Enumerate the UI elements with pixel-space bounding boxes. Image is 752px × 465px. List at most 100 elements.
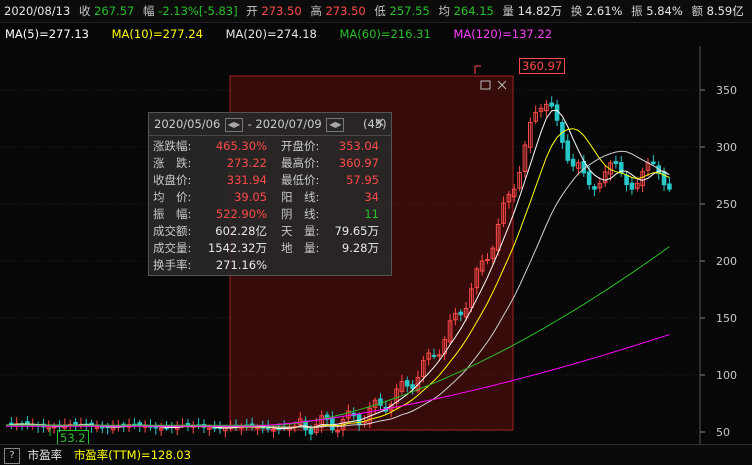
start-stepper-icon[interactable]: ◀▶: [224, 117, 243, 132]
stat-cell: 振 幅:: [153, 207, 192, 221]
help-icon[interactable]: ?: [4, 447, 20, 464]
stat-cell: 9.28万: [341, 241, 379, 255]
y-axis: 350 300 250 200 150 100 50: [699, 46, 737, 444]
y-tick-label: 250: [716, 198, 737, 211]
stat-row: 收盘价: 331.94 最低价: 57.95: [153, 172, 379, 189]
stat-cell: 34: [364, 190, 379, 204]
stat-cell: 360.97: [338, 156, 379, 170]
candle-body: [549, 102, 555, 107]
moving-average-legend: MA(5)=277.13 MA(10)=277.24 MA(20)=274.18…: [0, 23, 752, 45]
stat-row: 均 价: 39.05 阳 线: 34: [153, 189, 379, 206]
candle-body: [554, 104, 560, 121]
candle-body: [667, 183, 672, 190]
ma120-label: MA(120)=137.22: [453, 27, 553, 41]
stat-cell: 11: [364, 207, 379, 221]
close-value: 267.57: [94, 4, 135, 18]
range-start: 2020/05/06: [154, 117, 221, 131]
end-stepper-icon[interactable]: ◀▶: [326, 117, 345, 132]
range-header: 2020/05/06 ◀▶ - 2020/07/09 ◀▶ (45) ✕: [149, 113, 391, 136]
candle-body: [565, 140, 571, 161]
candle-body: [458, 311, 464, 316]
candle-body: [586, 171, 592, 185]
stat-cell: 阴 线:: [281, 207, 320, 221]
candle-body: [73, 421, 78, 425]
ma5-label: MA(5)=277.13: [5, 27, 89, 41]
candle-body: [651, 161, 656, 165]
candle-body: [592, 186, 597, 190]
amplitude-value: 5.84%: [646, 4, 683, 18]
stat-cell: 353.04: [338, 139, 379, 153]
candle-body: [404, 380, 410, 387]
stat-cell: 1542.32万: [207, 241, 267, 255]
candle-body: [431, 354, 437, 357]
stat-cell: 331.94: [226, 173, 267, 187]
candle-body: [9, 422, 14, 425]
stat-cell: 39.05: [234, 190, 267, 204]
stat-cell: 开盘价:: [281, 139, 320, 153]
stat-cell: 均 价:: [153, 190, 192, 204]
stat-cell: [327, 257, 379, 274]
candle-body: [100, 426, 105, 429]
stat-row: 涨跌幅: 465.30% 开盘价: 353.04: [153, 138, 379, 155]
stat-cell: 涨 跌:: [153, 156, 192, 170]
stat-row: 振 幅: 522.90% 阴 线: 11: [153, 206, 379, 223]
candle-body: [437, 354, 442, 357]
quote-info-bar: 2020/08/13 收 267.57 幅 -2.13%[-5.83] 开 27…: [0, 0, 752, 23]
stat-cell: 换手率:: [153, 258, 192, 272]
y-tick-label: 100: [716, 369, 737, 382]
change-value: -2.13%[-5.83]: [158, 4, 238, 18]
low-value: 257.55: [389, 4, 430, 18]
stat-cell: 271.16%: [215, 258, 267, 272]
y-tick-label: 150: [716, 312, 737, 325]
range-end: 2020/07/09: [255, 117, 322, 131]
stat-cell: 最低价:: [281, 173, 320, 187]
candle-body: [485, 258, 490, 261]
stat-row: 成交额: 602.28亿天 量: 79.65万: [153, 223, 379, 240]
range-sep: -: [247, 117, 252, 131]
stat-cell: 涨跌幅:: [153, 139, 192, 153]
stat-cell: 天 量:: [281, 224, 320, 238]
stat-cell: 57.95: [346, 173, 379, 187]
stat-cell: 成交量:: [153, 241, 192, 255]
quote-date: 2020/08/13: [4, 4, 71, 18]
ma60-label: MA(60)=216.31: [339, 27, 431, 41]
indicator-footer: ? 市盈率 市盈率(TTM)=128.03: [0, 444, 752, 465]
ma10-label: MA(10)=277.24: [111, 27, 203, 41]
candle-body: [212, 427, 217, 430]
stat-cell: [281, 257, 327, 274]
stat-cell: 602.28亿: [215, 224, 267, 238]
candle-body: [330, 417, 335, 431]
stat-cell: 79.65万: [334, 224, 379, 238]
stat-cell: 成交额:: [153, 224, 192, 238]
stat-cell: 阳 线:: [281, 190, 320, 204]
avg-value: 264.15: [453, 4, 494, 18]
stat-row: 成交量: 1542.32万地 量: 9.28万: [153, 240, 379, 257]
y-tick-label: 350: [716, 84, 737, 97]
candle-body: [570, 158, 576, 167]
amount-value: 8.59亿: [706, 4, 744, 18]
open-value: 273.50: [261, 4, 302, 18]
volume-value: 14.82万: [517, 4, 563, 18]
turnover-value: 2.61%: [585, 4, 623, 18]
candle-body: [613, 161, 619, 164]
candle-body: [629, 182, 635, 190]
high-value: 273.50: [325, 4, 366, 18]
stat-cell: 收盘价:: [153, 173, 192, 187]
pe-label: 市盈率: [27, 448, 63, 462]
stat-row: 换手率: 271.16%: [153, 257, 379, 274]
candle-body: [378, 398, 383, 406]
stat-cell: 273.22: [226, 156, 267, 170]
close-icon[interactable]: ✕: [374, 113, 385, 135]
candle-body: [624, 174, 629, 186]
stat-cell: 地 量:: [281, 241, 320, 255]
high-marker-label: 360.97: [519, 58, 566, 74]
candle-body: [308, 428, 314, 435]
stat-row: 涨 跌: 273.22 最高价: 360.97: [153, 155, 379, 172]
range-statistics-panel[interactable]: 2020/05/06 ◀▶ - 2020/07/09 ◀▶ (45) ✕ 涨跌幅…: [148, 112, 392, 276]
ma20-label: MA(20)=274.18: [225, 27, 317, 41]
stat-cell: 522.90%: [215, 207, 267, 221]
y-tick-label: 50: [716, 426, 730, 439]
y-tick-label: 300: [716, 141, 737, 154]
statistics-table: 涨跌幅: 465.30% 开盘价: 353.04 涨 跌: 273.22 最高价: 360.9…: [153, 138, 379, 274]
y-tick-label: 200: [716, 255, 737, 268]
